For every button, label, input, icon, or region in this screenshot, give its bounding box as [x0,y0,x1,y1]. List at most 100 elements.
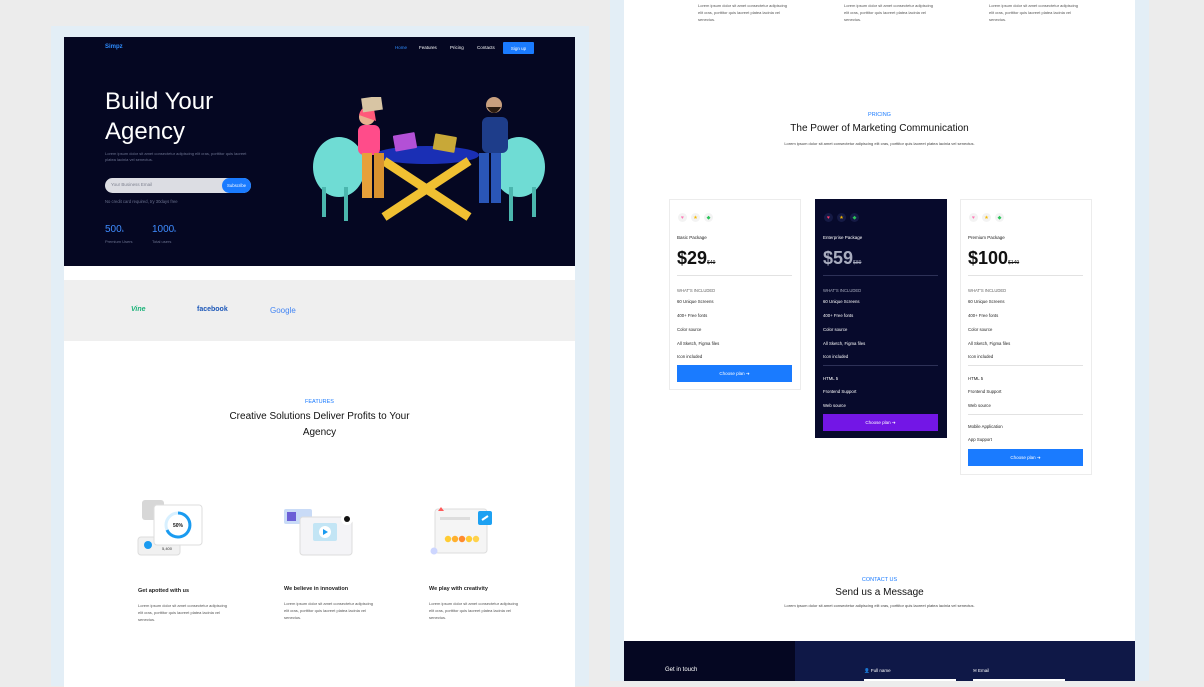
divider [823,365,938,366]
feature-title: We play with creativity [429,586,488,592]
brand-logo[interactable]: Simpz [105,44,123,50]
plan-feature: HTML 5 [968,376,984,381]
features-eyebrow: FEATURES [305,399,334,405]
choose-plan-button[interactable]: Choose plan ➔ [968,449,1083,466]
plan-icons: ♥ ★ ◆ [969,213,1004,222]
choose-plan-button[interactable]: Choose plan ➔ [677,365,792,382]
landing-page-bottom: Lorem ipsum dolor sit amet consectetur a… [624,0,1135,681]
user-icon: 👤 [864,668,870,673]
vine-logo: Vine [131,306,146,313]
plan-feature: Icon included [677,354,703,359]
stat-label: Total users [152,239,172,244]
pricing-subtitle: Lorem ipsum dolor sit amet consectetur a… [784,141,975,146]
features-header: FEATURES Creative Solutions Deliver Prof… [214,399,425,441]
feature-text: Lorem ipsum dolor sit amet consectetur a… [429,601,518,620]
no-credit-note: No credit card required, try 30days free [105,199,178,204]
plan-feature: 60 Unique Screens [823,299,860,304]
nav-pricing[interactable]: Pricing [450,45,464,50]
divider [968,275,1083,276]
stat-number: 1000 [152,224,175,235]
feature-title: We believe in innovation [284,586,349,592]
email-label: ✉ Email [973,668,990,673]
nav-home[interactable]: Home [395,45,407,50]
partner-logos: Vine facebook Google [64,280,575,341]
contact-subtitle: Lorem ipsum dolor sit amet consectetur a… [784,603,975,608]
plan-feature: Color source [677,327,702,332]
plan-feature: Mobile Application [968,424,1003,429]
svg-text:50%: 50% [173,523,184,529]
hero-section: Simpz Home Features Pricing Contacts Sig… [64,37,575,266]
plan-feature: Color source [823,327,848,332]
stat-label: Premium Users [105,239,133,244]
plan-feature: HTML 5 [823,376,839,381]
feature-title: Get apotted with us [138,588,190,594]
plan-feature: Color source [968,327,993,332]
plan-price: $59$89 [823,248,862,268]
pricing-card-premium: ♥ ★ ◆ Premium Package $100$149 WHAT'S INCL… [960,199,1092,475]
analytics-illustration: 5,400 50% [137,500,203,556]
plan-icons: ♥ ★ ◆ [678,213,713,222]
plan-feature: 400+ Free fonts [677,313,708,318]
hero-subtitle: Lorem ipsum dolor sit amet consectetur a… [105,151,247,162]
video-illustration [284,509,353,556]
hero-illustration [313,97,545,221]
feature-text: Lorem ipsum dolor sit amet consectetur a… [989,3,1078,22]
signup-button[interactable]: Sign up [503,42,534,54]
stat-number: 500 [105,224,122,235]
choose-plan-button[interactable]: Choose plan ➔ [823,414,938,431]
plan-name: Premium Package [968,235,1005,240]
contact-eyebrow: CONTACT US [861,577,898,583]
plan-feature: 400+ Free fonts [968,313,999,318]
landing-page-top: Simpz Home Features Pricing Contacts Sig… [64,37,575,687]
plan-price: $100$149 [968,248,1020,268]
feature-text: Lorem ipsum dolor sit amet consectetur a… [138,603,227,622]
feature-text: Lorem ipsum dolor sit amet consectetur a… [844,3,933,22]
divider [823,275,938,276]
nav-features[interactable]: Features [419,45,437,50]
plan-name: Basic Package [677,235,707,240]
plan-feature: 400+ Free fonts [823,313,854,318]
stat-premium-users: 500k Premium Users [105,224,133,244]
plan-feature: Frontend Support [968,389,1002,394]
plan-feature: Icon included [823,354,849,359]
subscribe-button[interactable]: Subscribe [222,178,251,193]
pricing-title: The Power of Marketing Communication [790,123,969,134]
social-illustration [430,507,492,555]
divider [968,365,1083,366]
contact-title: Send us a Message [835,587,924,598]
feature-card: Get apotted with us Lorem ipsum dolor si… [138,588,228,623]
feature-card: We play with creativity Lorem ipsum dolo… [429,586,519,621]
contact-form-panel: 👤 Full name ✉ Email [795,641,1135,681]
hero-title: Build Your Agency [105,88,214,145]
facebook-logo: facebook [197,306,228,313]
pricing-card-basic: ♥ ★ ◆ Basic Package $29$49 WHAT'S INCLUDED… [669,199,801,390]
mail-icon: ✉ [973,668,977,673]
plan-feature: Frontend Support [823,389,857,394]
plan-feature: 60 Unique Screens [968,299,1005,304]
pricing-header: PRICING The Power of Marketing Communica… [784,112,975,148]
included-label: WHAT'S INCLUDED [823,288,862,293]
contact-info-panel: Get in touch [624,641,795,681]
features-title: Creative Solutions Deliver Profits to Yo… [229,411,410,438]
plan-feature: All Sketch, Figma files [677,341,720,346]
feature-card: We believe in innovation Lorem ipsum dol… [284,586,374,621]
stat-total-users: 1000k Total users [152,224,177,244]
plan-icons: ♥ ★ ◆ [824,213,859,222]
pricing-eyebrow: PRICING [868,112,891,118]
email-input[interactable]: Your Business Email Subscribe [105,178,251,193]
plan-feature: 60 Unique Screens [677,299,714,304]
plan-feature: App Support [968,437,992,442]
feature-text: Lorem ipsum dolor sit amet consectetur a… [698,3,787,22]
feature-text: Lorem ipsum dolor sit amet consectetur a… [284,601,373,620]
full-name-label: 👤 Full name [864,668,891,673]
plan-feature: Web source [968,403,991,408]
svg-text:5,400: 5,400 [162,546,173,551]
get-in-touch: Get in touch [665,667,698,673]
pricing-card-enterprise: ♥ ★ ◆ Enterprise Package $59$89 WHAT'S INC… [815,199,947,438]
plan-feature: Web source [823,403,846,408]
nav-contacts[interactable]: Contacts [477,45,495,50]
google-logo: Google [270,306,296,315]
contact-header: CONTACT US Send us a Message Lorem ipsum… [769,577,990,610]
email-placeholder: Your Business Email [111,182,153,187]
divider [677,275,792,276]
